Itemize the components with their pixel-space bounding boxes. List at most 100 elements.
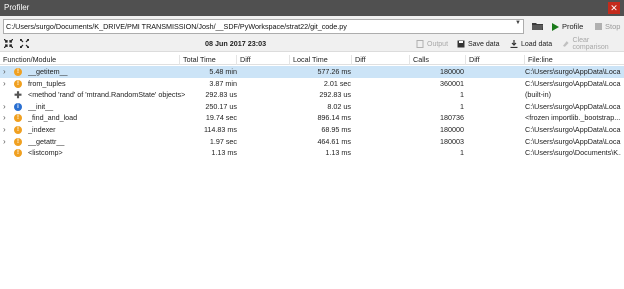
- local-time-value: 577.26 ms: [317, 67, 351, 76]
- path-bar: C:/Users/surgo/Documents/K_DRIVE/PMI TRA…: [0, 16, 624, 37]
- clear-comparison-button[interactable]: Clear comparison: [562, 37, 624, 51]
- info-icon: i: [14, 102, 22, 111]
- col-local-time[interactable]: Local Time: [290, 55, 352, 65]
- col-total-time[interactable]: Total Time: [180, 55, 237, 65]
- warning-icon: !: [14, 149, 22, 158]
- play-icon: [552, 22, 559, 31]
- local-time-value: 2.01 sec: [323, 78, 351, 88]
- function-name: __init__: [28, 101, 54, 111]
- expand-arrow-icon[interactable]: ›: [3, 101, 6, 113]
- file-line-value: C:\Users\surgo\AppData\Loca...: [525, 78, 621, 88]
- tree-row[interactable]: › ! __getattr__ 1.97 sec 464.61 ms 18000…: [0, 136, 624, 148]
- col-diff-total[interactable]: Diff: [237, 55, 290, 65]
- save-data-label: Save data: [468, 40, 500, 48]
- local-time-value: 292.83 us: [319, 90, 351, 100]
- local-time-value: 1.13 ms: [325, 148, 351, 158]
- file-line-value: C:\Users\surgo\AppData\Loca...: [525, 124, 621, 134]
- col-calls[interactable]: Calls: [410, 55, 466, 65]
- calls-value: 1: [460, 101, 464, 111]
- calls-value: 360001: [440, 78, 464, 88]
- toolbar: 08 Jun 2017 23:03 Output Save data Load …: [0, 37, 624, 51]
- load-data-button[interactable]: Load data: [510, 38, 552, 50]
- file-line-value: <frozen importlib._bootstrap...: [525, 113, 621, 123]
- output-button[interactable]: Output: [416, 38, 448, 50]
- tree-row[interactable]: › i __init__ 250.17 us 8.02 us 1 C:\User…: [0, 101, 624, 113]
- title-bar: Profiler ✕: [0, 0, 624, 16]
- calls-value: 1: [460, 148, 464, 158]
- tree-row[interactable]: › ! __getitem__ 5.48 min 577.26 ms 18000…: [0, 66, 624, 78]
- function-name: __getitem__: [28, 67, 68, 76]
- file-line-value: C:\Users\surgo\Documents\K...: [525, 148, 621, 158]
- script-path-value: C:/Users/surgo/Documents/K_DRIVE/PMI TRA…: [6, 22, 347, 31]
- total-time-value: 292.83 us: [205, 90, 237, 100]
- open-folder-icon[interactable]: [531, 20, 544, 32]
- tree-row[interactable]: ! <listcomp> 1.13 ms 1.13 ms 1 C:\Users\…: [0, 147, 624, 159]
- save-data-button[interactable]: Save data: [457, 38, 500, 50]
- load-data-label: Load data: [521, 40, 553, 48]
- profile-button-label: Profile: [562, 22, 584, 31]
- profile-datetime: 08 Jun 2017 23:03: [205, 39, 267, 48]
- file-line-value: C:\Users\surgo\AppData\Loca...: [525, 67, 621, 76]
- tree-row[interactable]: ✚ <method 'rand' of 'mtrand.RandomState'…: [0, 89, 624, 101]
- eraser-icon: [562, 41, 569, 47]
- script-path-combobox[interactable]: C:/Users/surgo/Documents/K_DRIVE/PMI TRA…: [3, 19, 524, 34]
- expand-arrow-icon[interactable]: ›: [3, 136, 6, 148]
- expand-all-icon[interactable]: [19, 38, 30, 49]
- local-time-value: 464.61 ms: [317, 136, 351, 146]
- clear-comparison-label: Clear comparison: [572, 37, 609, 51]
- function-name: <listcomp>: [28, 148, 63, 158]
- stop-button-label: Stop: [605, 22, 621, 31]
- function-name: _find_and_load: [28, 113, 78, 123]
- download-icon: [510, 40, 518, 48]
- total-time-value: 250.17 us: [205, 101, 237, 111]
- calls-value: 180000: [440, 124, 464, 134]
- tree-row[interactable]: › ! _find_and_load 19.74 sec 896.14 ms 1…: [0, 112, 624, 124]
- calls-value: 180736: [440, 113, 464, 123]
- tree-row[interactable]: › ! _indexer 114.83 ms 68.95 ms 180000 C…: [0, 124, 624, 136]
- col-diff-calls[interactable]: Diff: [466, 55, 525, 65]
- function-name: __getattr__: [28, 136, 65, 146]
- warning-icon: !: [14, 68, 22, 76]
- function-name: _indexer: [28, 124, 56, 134]
- warning-icon: !: [14, 125, 22, 134]
- stop-icon: [595, 23, 602, 30]
- calls-value: 180000: [440, 67, 464, 76]
- save-icon: [457, 40, 465, 48]
- profile-button[interactable]: Profile: [552, 19, 583, 34]
- chevron-down-icon[interactable]: ▼: [515, 20, 521, 26]
- total-time-value: 3.87 min: [209, 78, 237, 88]
- col-diff-local[interactable]: Diff: [352, 55, 410, 65]
- expand-arrow-icon[interactable]: ›: [3, 112, 6, 124]
- col-file-line[interactable]: File:line: [525, 55, 624, 65]
- document-icon: [416, 40, 424, 48]
- warning-icon: !: [14, 114, 22, 123]
- total-time-value: 1.97 sec: [209, 136, 237, 146]
- local-time-value: 68.95 ms: [321, 124, 351, 134]
- collapse-all-icon[interactable]: [3, 38, 14, 49]
- builtin-icon: ✚: [14, 90, 22, 101]
- file-line-value: (built-in): [525, 90, 551, 100]
- column-header: Function/Module Total Time Diff Local Ti…: [0, 55, 624, 65]
- output-button-label: Output: [427, 40, 449, 48]
- expand-arrow-icon[interactable]: ›: [3, 124, 6, 136]
- calls-value: 180003: [440, 136, 464, 146]
- results-tree: › ! __getitem__ 5.48 min 577.26 ms 18000…: [0, 66, 624, 159]
- window-title: Profiler: [4, 3, 30, 12]
- expand-arrow-icon[interactable]: ›: [3, 66, 6, 78]
- function-name: from_tuples: [28, 78, 66, 88]
- file-line-value: C:\Users\surgo\AppData\Loca...: [525, 101, 621, 111]
- total-time-value: 19.74 sec: [205, 113, 237, 123]
- total-time-value: 1.13 ms: [211, 148, 237, 158]
- calls-value: 1: [460, 90, 464, 100]
- total-time-value: 5.48 min: [209, 67, 237, 76]
- total-time-value: 114.83 ms: [203, 124, 237, 134]
- expand-arrow-icon[interactable]: ›: [3, 78, 6, 90]
- tree-row[interactable]: › ! from_tuples 3.87 min 2.01 sec 360001…: [0, 78, 624, 90]
- local-time-value: 896.14 ms: [317, 113, 351, 123]
- close-icon[interactable]: ✕: [608, 2, 620, 14]
- local-time-value: 8.02 us: [327, 101, 351, 111]
- col-function[interactable]: Function/Module: [0, 55, 180, 65]
- stop-button[interactable]: Stop: [595, 19, 620, 34]
- warning-icon: !: [14, 79, 22, 88]
- file-line-value: C:\Users\surgo\AppData\Loca...: [525, 136, 621, 146]
